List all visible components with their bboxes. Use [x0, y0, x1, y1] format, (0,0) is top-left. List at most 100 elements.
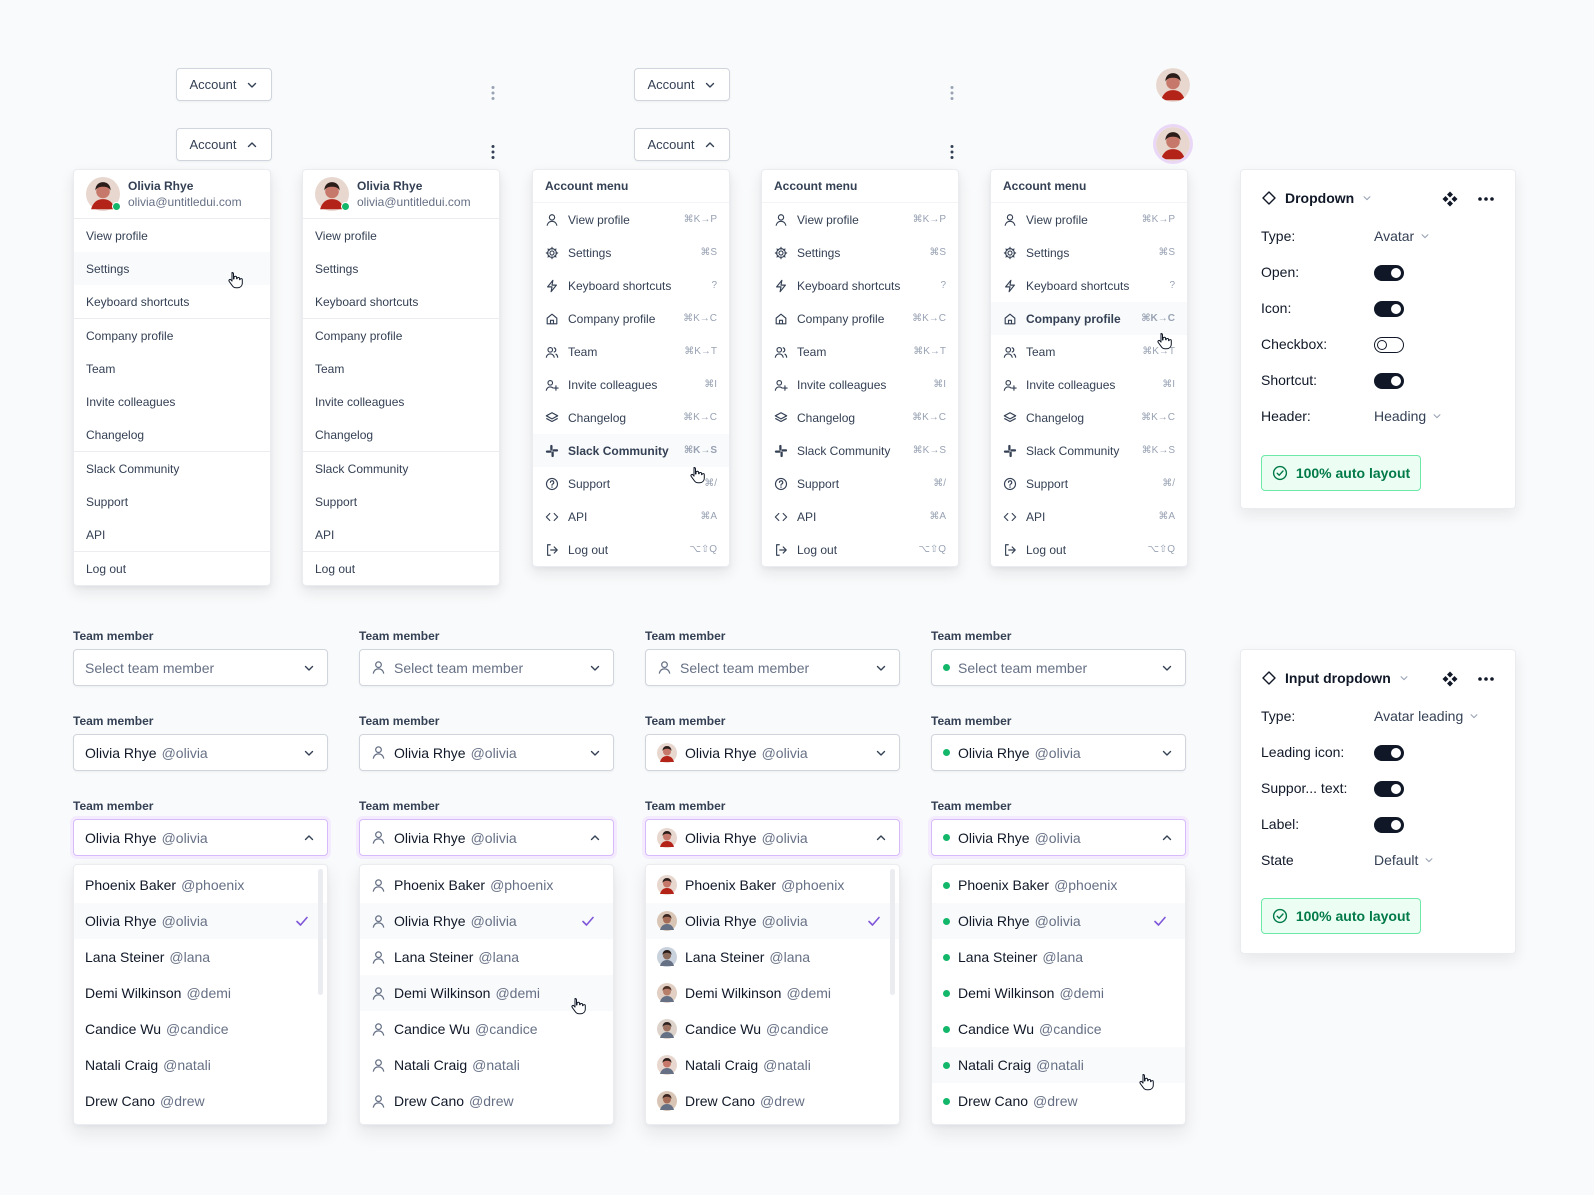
auto-layout-button[interactable]: 100% auto layout [1261, 455, 1421, 491]
kebab-menu-button[interactable] [944, 83, 960, 103]
menu-item[interactable]: Support [74, 485, 270, 518]
property-toggle[interactable] [1374, 265, 1404, 281]
kebab-menu-button[interactable] [944, 142, 960, 162]
list-item[interactable]: Olivia Rhye @olivia [646, 903, 899, 939]
avatar-button[interactable] [1156, 127, 1190, 161]
menu-item[interactable]: Changelog ⌘K→C [762, 401, 958, 434]
menu-item[interactable]: Slack Community [303, 452, 499, 485]
property-select[interactable]: Avatar [1374, 228, 1430, 244]
menu-item[interactable]: Invite colleagues [303, 385, 499, 418]
kebab-menu-button[interactable] [485, 83, 501, 103]
property-toggle[interactable] [1374, 337, 1404, 353]
account-button[interactable]: Account [176, 68, 272, 101]
list-item[interactable]: Natali Craig @natali [74, 1047, 327, 1083]
list-item[interactable]: Demi Wilkinson @demi [646, 975, 899, 1011]
menu-item[interactable]: API ⌘A [762, 500, 958, 533]
menu-item[interactable]: Invite colleagues ⌘I [991, 368, 1187, 401]
menu-item[interactable]: Settings ⌘S [991, 236, 1187, 269]
team-member-select[interactable]: Olivia Rhye @olivia [645, 734, 900, 771]
menu-item[interactable]: Company profile [303, 319, 499, 352]
menu-item[interactable]: Support ⌘/ [991, 467, 1187, 500]
property-toggle[interactable] [1374, 817, 1404, 833]
menu-item[interactable]: View profile ⌘K→P [762, 203, 958, 236]
list-item[interactable]: Phoenix Baker @phoenix [360, 867, 613, 903]
menu-item[interactable]: Team ⌘K→T [533, 335, 729, 368]
property-select[interactable]: Heading [1374, 408, 1442, 424]
team-member-select[interactable]: Olivia Rhye @olivia [645, 819, 900, 856]
menu-item[interactable]: Log out ⌥⇧Q [533, 533, 729, 566]
menu-item[interactable]: Log out ⌥⇧Q [991, 533, 1187, 566]
property-toggle[interactable] [1374, 745, 1404, 761]
menu-item[interactable]: Team [303, 352, 499, 385]
kebab-menu-button[interactable] [485, 142, 501, 162]
list-item[interactable]: Drew Cano @drew [646, 1083, 899, 1119]
team-member-select[interactable]: Olivia Rhye @olivia [359, 819, 614, 856]
auto-layout-button[interactable]: 100% auto layout [1261, 898, 1421, 934]
list-item[interactable]: Lana Steiner @lana [74, 939, 327, 975]
toggle-switch[interactable] [1374, 373, 1404, 389]
menu-item[interactable]: Log out [74, 552, 270, 585]
menu-item[interactable]: Company profile [74, 319, 270, 352]
list-item[interactable]: Phoenix Baker @phoenix [932, 867, 1185, 903]
menu-item[interactable]: Keyboard shortcuts [303, 285, 499, 318]
avatar-button[interactable] [1156, 68, 1190, 102]
menu-item[interactable]: Log out [303, 552, 499, 585]
menu-item[interactable]: Invite colleagues ⌘I [533, 368, 729, 401]
list-item[interactable]: Drew Cano @drew [74, 1083, 327, 1119]
property-select[interactable]: Avatar leading [1374, 708, 1479, 724]
property-toggle[interactable] [1374, 781, 1404, 797]
menu-item[interactable]: Settings ⌘S [762, 236, 958, 269]
team-member-select[interactable]: Olivia Rhye @olivia [73, 819, 328, 856]
property-select[interactable]: Default [1374, 852, 1434, 868]
menu-item[interactable]: API [303, 518, 499, 551]
list-item[interactable]: Demi Wilkinson @demi [932, 975, 1185, 1011]
list-item[interactable]: Demi Wilkinson @demi [74, 975, 327, 1011]
scrollbar[interactable] [890, 869, 895, 995]
menu-item[interactable]: Keyboard shortcuts [74, 285, 270, 318]
list-item[interactable]: Candice Wu @candice [74, 1011, 327, 1047]
list-item[interactable]: Lana Steiner @lana [646, 939, 899, 975]
menu-item[interactable]: Support ⌘/ [762, 467, 958, 500]
menu-item[interactable]: Settings [303, 252, 499, 285]
more-horizontal-icon[interactable] [1477, 196, 1495, 202]
menu-item[interactable]: Slack Community ⌘K→S [762, 434, 958, 467]
menu-item[interactable]: View profile [74, 219, 270, 252]
menu-item[interactable]: API ⌘A [533, 500, 729, 533]
menu-item[interactable]: Team [74, 352, 270, 385]
menu-item[interactable]: Company profile ⌘K→C [762, 302, 958, 335]
menu-item[interactable]: View profile ⌘K→P [991, 203, 1187, 236]
menu-item[interactable]: Slack Community ⌘K→S [991, 434, 1187, 467]
menu-item[interactable]: Team ⌘K→T [762, 335, 958, 368]
menu-item[interactable]: API ⌘A [991, 500, 1187, 533]
toggle-switch[interactable] [1374, 301, 1404, 317]
component-icon[interactable] [1441, 190, 1459, 208]
list-item[interactable]: Candice Wu @candice [360, 1011, 613, 1047]
menu-item[interactable]: API [74, 518, 270, 551]
menu-item[interactable]: Keyboard shortcuts? [991, 269, 1187, 302]
toggle-switch[interactable] [1374, 337, 1404, 353]
menu-item[interactable]: View profile ⌘K→P [533, 203, 729, 236]
account-button[interactable]: Account [176, 128, 272, 161]
property-toggle[interactable] [1374, 301, 1404, 317]
list-item[interactable]: Natali Craig @natali [646, 1047, 899, 1083]
list-item[interactable]: Olivia Rhye @olivia [360, 903, 613, 939]
menu-item[interactable]: Invite colleagues [74, 385, 270, 418]
list-item[interactable]: Olivia Rhye @olivia [74, 903, 327, 939]
menu-item[interactable]: Keyboard shortcuts? [533, 269, 729, 302]
toggle-switch[interactable] [1374, 745, 1404, 761]
menu-item[interactable]: Keyboard shortcuts? [762, 269, 958, 302]
panel-header[interactable]: Input dropdown [1261, 670, 1409, 686]
team-member-select[interactable]: Select team member [645, 649, 900, 686]
team-member-select[interactable]: Select team member [73, 649, 328, 686]
menu-item[interactable]: Slack Community ⌘K→S [533, 434, 729, 467]
list-item[interactable]: Lana Steiner @lana [932, 939, 1185, 975]
menu-item[interactable]: Settings ⌘S [533, 236, 729, 269]
team-member-select[interactable]: Select team member [931, 649, 1186, 686]
menu-item[interactable]: Invite colleagues ⌘I [762, 368, 958, 401]
list-item[interactable]: Olivia Rhye @olivia [932, 903, 1185, 939]
list-item[interactable]: Phoenix Baker @phoenix [646, 867, 899, 903]
scrollbar[interactable] [318, 869, 323, 995]
team-member-select[interactable]: Olivia Rhye @olivia [359, 734, 614, 771]
more-horizontal-icon[interactable] [1477, 676, 1495, 682]
toggle-switch[interactable] [1374, 817, 1404, 833]
